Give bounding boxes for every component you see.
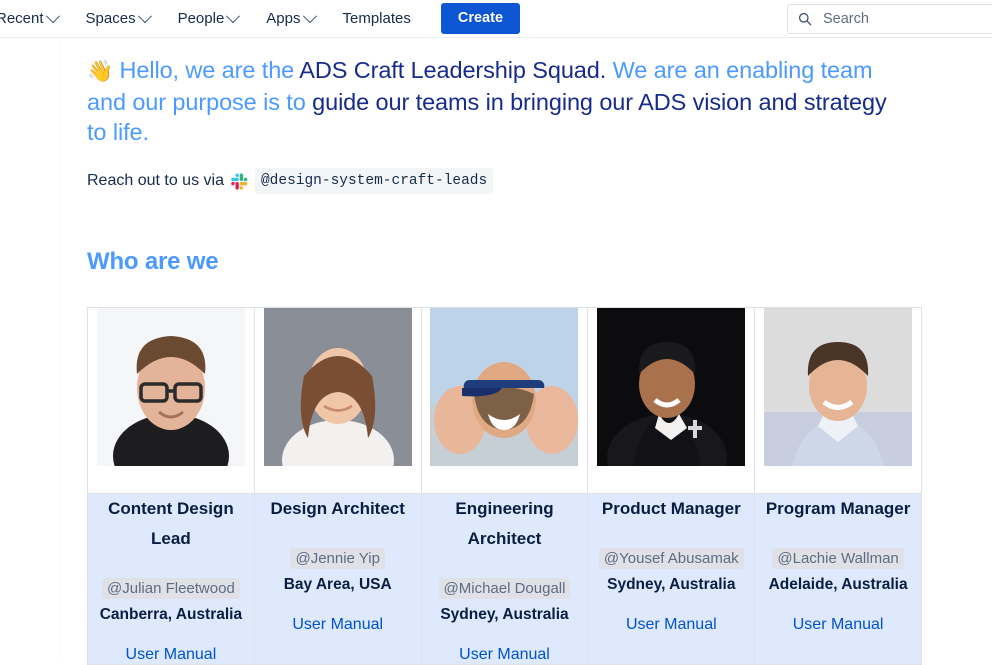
- people-table: Content Design Lead @Julian Fleetwood Ca…: [87, 307, 922, 665]
- chevron-down-icon: [137, 8, 152, 23]
- photo-cell: [87, 307, 255, 494]
- avatar: [597, 308, 746, 466]
- user-manual-link[interactable]: User Manual: [255, 616, 421, 634]
- nav-item-people[interactable]: People: [168, 5, 249, 32]
- reach-out-text: Reach out to us via: [87, 172, 224, 189]
- person-location: Canberra, Australia: [99, 606, 243, 623]
- top-navigation-bar: Recent Spaces People Apps Templates Crea…: [0, 0, 992, 38]
- person-mention[interactable]: @Jennie Yip: [290, 548, 385, 569]
- hero-segment-1: Hello, we are the: [113, 57, 300, 83]
- person-role: Content Design Lead: [108, 499, 234, 548]
- avatar: [430, 308, 579, 466]
- person-info-cell: Product Manager @Yousef Abusamak Sydney,…: [587, 493, 756, 665]
- nav-item-recent[interactable]: Recent: [0, 5, 68, 32]
- person-mention-line: @Yousef Abusamak: [588, 546, 754, 572]
- person-mention[interactable]: @Julian Fleetwood: [102, 578, 240, 599]
- person-info-cell: Engineering Architect @Michael Dougall S…: [420, 493, 589, 665]
- person-mention[interactable]: @Michael Dougall: [438, 578, 571, 599]
- person-mention[interactable]: @Yousef Abusamak: [598, 548, 744, 569]
- page-left-gutter: [0, 38, 60, 661]
- hero-segment-5: to life.: [87, 119, 149, 145]
- avatar: [96, 308, 245, 466]
- nav-items: Recent Spaces People Apps Templates Crea…: [0, 3, 521, 34]
- person-role: Product Manager: [601, 499, 741, 518]
- chevron-down-icon: [226, 8, 241, 23]
- nav-item-templates[interactable]: Templates: [333, 5, 421, 32]
- nav-item-apps[interactable]: Apps: [256, 5, 324, 32]
- reach-out-line: Reach out to us via @design-system-craft…: [87, 147, 992, 194]
- user-manual-link[interactable]: User Manual: [755, 616, 921, 634]
- avatar: [263, 308, 412, 466]
- search-icon: [798, 12, 812, 26]
- search-input[interactable]: [821, 10, 992, 28]
- person-role: Engineering Architect: [455, 499, 554, 548]
- nav-item-spaces[interactable]: Spaces: [76, 5, 160, 32]
- slack-channel-code[interactable]: @design-system-craft-leads: [254, 168, 494, 194]
- page-content: 👋 Hello, we are the ADS Craft Leadership…: [60, 38, 992, 665]
- nav-item-label: Templates: [342, 10, 411, 27]
- search-box[interactable]: [787, 4, 992, 34]
- table-row-photos: [87, 307, 922, 494]
- section-heading: Who are we: [87, 248, 219, 275]
- person-location: Sydney, Australia: [440, 606, 569, 623]
- person-info-cell: Design Architect @Jennie Yip Bay Area, U…: [253, 493, 422, 665]
- table-row-info: Content Design Lead @Julian Fleetwood Ca…: [87, 493, 922, 665]
- slack-icon: [231, 172, 248, 190]
- hero-segment-4: guide our teams in bringing our ADS visi…: [312, 89, 887, 115]
- nav-item-label: Spaces: [85, 10, 136, 27]
- nav-item-label: Recent: [0, 10, 44, 27]
- avatar: [764, 308, 913, 466]
- chevron-down-icon: [45, 8, 60, 23]
- nav-item-label: Apps: [266, 10, 301, 27]
- chevron-down-icon: [302, 8, 317, 23]
- person-info-cell: Content Design Lead @Julian Fleetwood Ca…: [87, 493, 255, 665]
- photo-cell: [253, 307, 422, 494]
- person-mention[interactable]: @Lachie Wallman: [772, 548, 904, 569]
- nav-item-label: People: [177, 10, 225, 27]
- person-role: Program Manager: [765, 499, 911, 518]
- person-info-cell: Program Manager @Lachie Wallman Adelaide…: [754, 493, 922, 665]
- hero-segment-2: ADS Craft Leadership Squad.: [299, 57, 607, 83]
- person-mention-line: @Jennie Yip: [255, 546, 421, 572]
- person-role: Design Architect: [270, 499, 405, 518]
- wave-emoji: 👋: [87, 60, 114, 83]
- person-location: Sydney, Australia: [607, 576, 736, 593]
- photo-cell: [420, 307, 589, 494]
- user-manual-link[interactable]: User Manual: [88, 646, 254, 664]
- user-manual-link[interactable]: User Manual: [588, 616, 754, 634]
- person-location: Adelaide, Australia: [768, 576, 908, 593]
- photo-cell: [754, 307, 922, 494]
- hero-paragraph: 👋 Hello, we are the ADS Craft Leadership…: [87, 38, 902, 147]
- person-location: Bay Area, USA: [283, 576, 392, 593]
- person-mention-line: @Lachie Wallman: [755, 546, 921, 572]
- create-button[interactable]: Create: [440, 3, 521, 34]
- user-manual-link[interactable]: User Manual: [422, 646, 588, 664]
- photo-cell: [587, 307, 756, 494]
- person-mention-line: @Michael Dougall: [422, 576, 588, 602]
- person-mention-line: @Julian Fleetwood: [88, 576, 254, 602]
